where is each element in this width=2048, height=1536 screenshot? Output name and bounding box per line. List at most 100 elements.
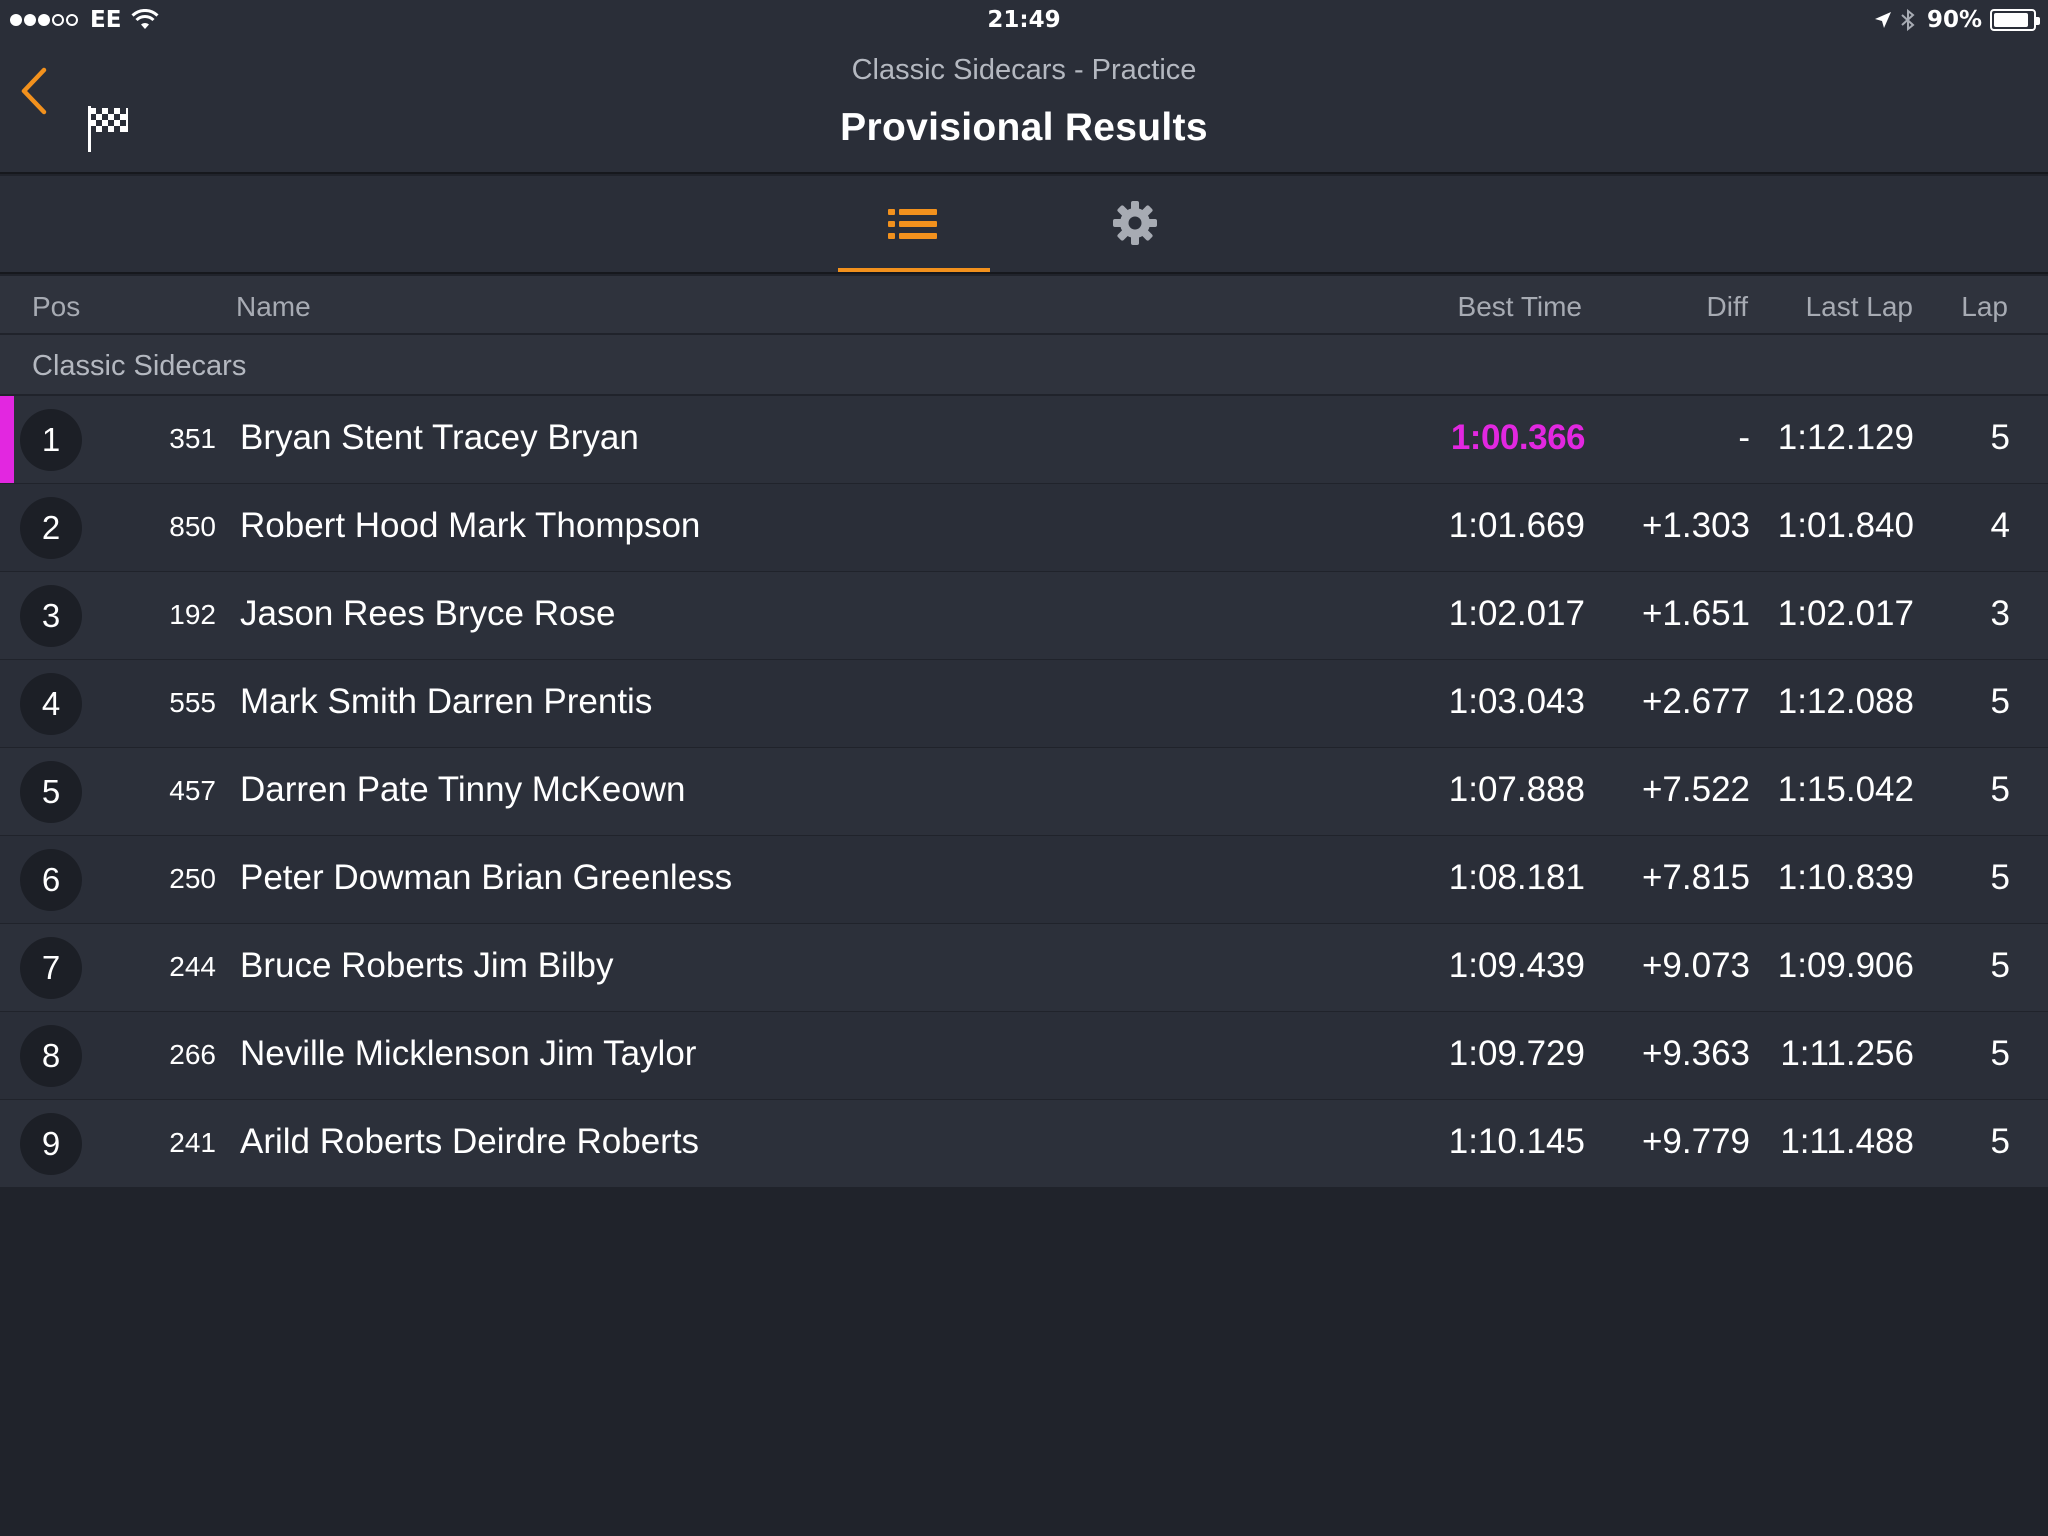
rider-names: Bruce Roberts Jim Bilby (240, 946, 614, 985)
best-time: 1:03.043 (1448, 682, 1585, 721)
column-pos: Pos (32, 291, 81, 322)
status-time: 21:49 (987, 7, 1061, 33)
status-bar: EE 21:49 90% (0, 0, 2048, 42)
result-row[interactable]: 9 241 Arild Roberts Deirdre Roberts 1:10.14… (0, 1100, 2048, 1188)
tab-results-list[interactable] (838, 176, 990, 272)
time-diff: +7.815 (1641, 858, 1750, 897)
last-lap-time: 1:11.256 (1780, 1034, 1914, 1073)
result-row[interactable]: 7 244 Bruce Roberts Jim Bilby 1:09.439 +9.07… (0, 924, 2048, 1012)
lap-count: 3 (1990, 594, 2010, 633)
battery-fill (1994, 13, 2029, 27)
tab-bar (0, 176, 2048, 274)
result-row[interactable]: 5 457 Darren Pate Tinny McKeown 1:07.888 +7.… (0, 748, 2048, 836)
time-diff: - (1738, 418, 1750, 457)
last-lap-time: 1:01.840 (1777, 506, 1914, 545)
result-row[interactable]: 1 351 Bryan Stent Tracey Bryan 1:00.366 -1:1… (0, 396, 2048, 484)
rider-names: Robert Hood Mark Thompson (240, 506, 701, 545)
results-list: 1 351 Bryan Stent Tracey Bryan 1:00.366-1:1… (0, 396, 2048, 1188)
rider-names: Neville Micklenson Jim Taylor (240, 1034, 697, 1073)
lap-count: 5 (1990, 946, 2010, 985)
result-row[interactable]: 2 850 Robert Hood Mark Thompson 1:01.669 +1.… (0, 484, 2048, 572)
lap-count: 5 (1990, 682, 2010, 721)
best-time: 1:01.669 (1448, 506, 1585, 545)
column-name: Name (236, 291, 311, 322)
column-diff: Diff (1706, 291, 1749, 322)
best-time: 1:00.366 (1450, 418, 1586, 457)
lap-count: 5 (1990, 858, 2010, 897)
last-lap-time: 1:02.017 (1777, 594, 1914, 633)
time-diff: +2.677 (1641, 682, 1750, 721)
result-row[interactable]: 6 250 Peter Dowman Brian Greenless 1:08.181… (0, 836, 2048, 924)
rider-names: Arild Roberts Deirdre Roberts (240, 1122, 700, 1161)
location-arrow-icon (1874, 12, 1891, 28)
best-time: 1:09.439 (1448, 946, 1585, 985)
class-name: Classic Sidecars (32, 350, 247, 382)
best-time: 1:10.145 (1448, 1122, 1585, 1161)
rider-names: Jason Rees Bryce Rose (240, 594, 616, 633)
time-diff: +1.303 (1641, 506, 1750, 545)
fastest-lap-marker (0, 396, 14, 483)
rider-names: Peter Dowman Brian Greenless (240, 858, 733, 897)
best-time: 1:07.888 (1448, 770, 1585, 809)
last-lap-time: 1:11.488 (1780, 1122, 1914, 1161)
position-badge: 7 (20, 937, 82, 999)
position-badge: 9 (20, 1113, 82, 1175)
gear-icon (1113, 201, 1157, 245)
result-row[interactable]: 8 266 Neville Micklenson Jim Taylor 1:09.72… (0, 1012, 2048, 1100)
last-lap-time: 1:12.088 (1777, 682, 1914, 721)
position-badge: 6 (20, 849, 82, 911)
rider-number: 241 (169, 1127, 216, 1158)
status-right: 90% (1873, 7, 2040, 33)
rider-number: 266 (169, 1039, 216, 1070)
rider-names: Darren Pate Tinny McKeown (240, 770, 686, 809)
last-lap-time: 1:10.839 (1777, 858, 1914, 897)
lap-count: 5 (1990, 1034, 2010, 1073)
lap-count: 5 (1990, 1122, 2010, 1161)
last-lap-time: 1:12.129 (1777, 418, 1914, 457)
rider-number: 192 (169, 599, 216, 630)
battery-percent: 90% (1926, 7, 1982, 33)
nav-bar: Classic Sidecars - Practice Provisional … (0, 42, 2048, 174)
last-lap-time: 1:09.906 (1777, 946, 1914, 985)
selected-tab-indicator (838, 268, 990, 272)
position-badge: 3 (20, 585, 82, 647)
result-row[interactable]: 3 192 Jason Rees Bryce Rose 1:02.017 +1.651 1… (0, 572, 2048, 660)
list-icon (888, 209, 937, 239)
battery-icon (1990, 9, 2040, 31)
position-badge: 4 (20, 673, 82, 735)
tab-settings[interactable] (1060, 176, 1210, 272)
rider-number: 457 (169, 775, 216, 806)
time-diff: +9.779 (1641, 1122, 1750, 1161)
column-last-lap: Last Lap (1805, 291, 1913, 322)
column-best-time: Best Time (1457, 291, 1582, 322)
best-time: 1:09.729 (1448, 1034, 1585, 1073)
time-diff: +7.522 (1641, 770, 1750, 809)
results-column-header: Pos Name Best Time Diff Last Lap Lap (0, 276, 2048, 334)
result-row[interactable]: 4 555 Mark Smith Darren Prentis 1:03.043 +2.… (0, 660, 2048, 748)
rider-number: 850 (169, 511, 216, 542)
class-section-header: Classic Sidecars (0, 335, 2048, 395)
last-lap-time: 1:15.042 (1777, 770, 1914, 809)
time-diff: +9.363 (1641, 1034, 1750, 1073)
rider-number: 555 (169, 687, 216, 718)
lap-count: 5 (1990, 418, 2010, 457)
lap-count: 5 (1990, 770, 2010, 809)
rider-number: 244 (169, 951, 216, 982)
rider-number: 351 (169, 423, 216, 454)
position-badge: 1 (20, 409, 82, 471)
column-lap: Lap (1961, 291, 2008, 322)
bluetooth-icon (1901, 8, 1915, 32)
best-time: 1:02.017 (1448, 594, 1585, 633)
position-badge: 2 (20, 497, 82, 559)
session-subtitle: Classic Sidecars - Practice (851, 54, 1197, 86)
time-diff: +9.073 (1641, 946, 1750, 985)
page-title: Provisional Results (840, 106, 1208, 149)
best-time: 1:08.181 (1448, 858, 1585, 897)
rider-number: 250 (169, 863, 216, 894)
position-badge: 5 (20, 761, 82, 823)
rider-names: Mark Smith Darren Prentis (240, 682, 653, 721)
lap-count: 4 (1990, 506, 2010, 545)
rider-names: Bryan Stent Tracey Bryan (240, 418, 639, 457)
position-badge: 8 (20, 1025, 82, 1087)
time-diff: +1.651 (1641, 594, 1750, 633)
